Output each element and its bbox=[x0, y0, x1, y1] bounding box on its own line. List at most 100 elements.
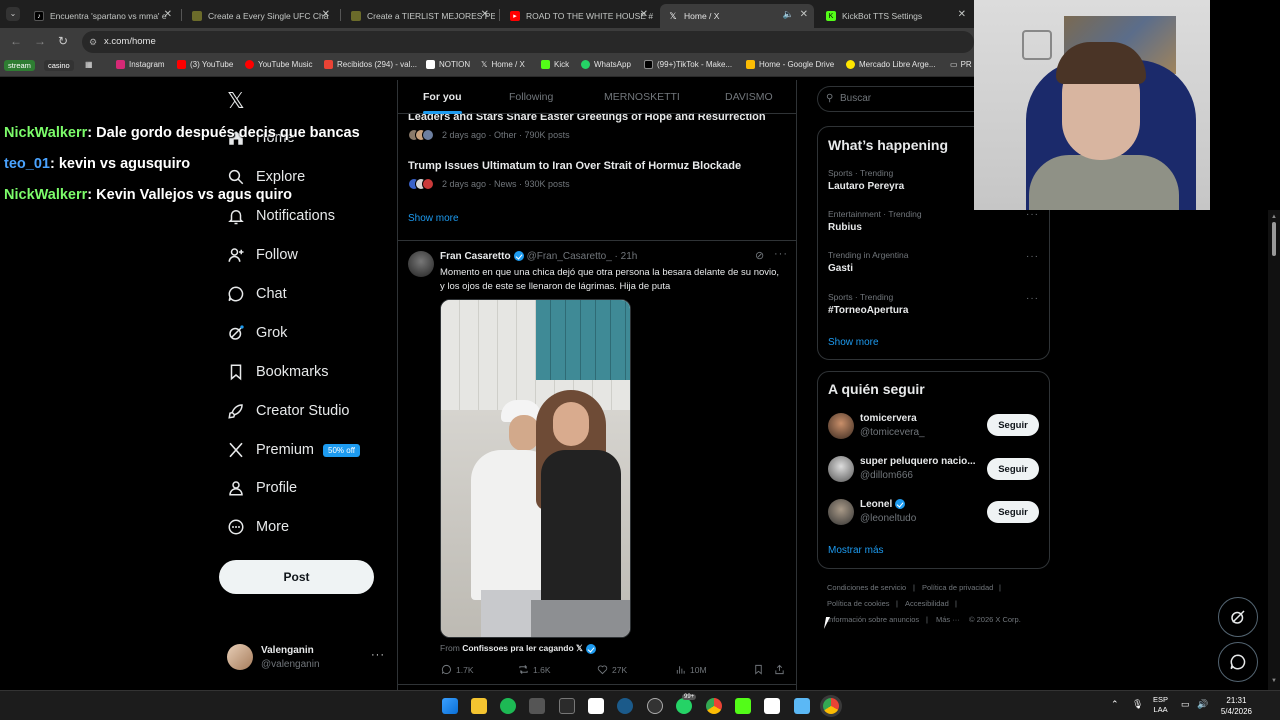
browser-tab[interactable]: Create a TIERLIST MEJORES PE ✕ bbox=[343, 4, 495, 28]
tweet-avatar[interactable] bbox=[408, 251, 434, 277]
bookmark-stream[interactable]: stream bbox=[4, 60, 35, 71]
tab-following[interactable]: Following bbox=[509, 91, 553, 103]
footer-link[interactable]: Más ··· bbox=[936, 615, 960, 624]
notion-icon[interactable] bbox=[764, 698, 780, 714]
grok-floating-button[interactable] bbox=[1218, 597, 1258, 637]
back-icon[interactable]: ← bbox=[10, 34, 22, 48]
volume-icon[interactable]: 🔊 bbox=[1197, 699, 1208, 710]
follow-button[interactable]: Seguir bbox=[987, 458, 1039, 480]
footer-link[interactable]: Política de privacidad bbox=[922, 583, 993, 592]
chrome-icon[interactable] bbox=[706, 698, 722, 714]
reply-button[interactable]: 1.7K bbox=[441, 664, 474, 675]
bookmark-casino[interactable]: casino bbox=[44, 60, 74, 71]
file-explorer-icon[interactable] bbox=[471, 698, 487, 714]
sidebar-item-follow[interactable]: Follow bbox=[227, 246, 298, 264]
close-icon[interactable]: ✕ bbox=[800, 9, 808, 20]
tab-for-you[interactable]: For you bbox=[423, 91, 462, 114]
bookmark-button[interactable] bbox=[753, 664, 768, 675]
bookmark-x[interactable]: 𝕏 Home / X bbox=[481, 60, 525, 69]
repost-button[interactable]: 1.6K bbox=[518, 664, 551, 675]
bookmark-kick[interactable]: Kick bbox=[541, 60, 569, 69]
sidebar-item-grok[interactable]: Grok bbox=[227, 324, 287, 342]
tab-mernosketti[interactable]: MERNOSKETTI bbox=[604, 91, 680, 103]
microphone-icon[interactable]: 🎙 bbox=[1132, 699, 1143, 710]
source-account-link[interactable]: Confissoes pra ler cagando 𝕏 bbox=[462, 643, 583, 653]
footer-link[interactable]: Información sobre anuncios bbox=[827, 615, 919, 624]
sidebar-item-profile[interactable]: Profile bbox=[227, 479, 297, 497]
bookmark-notion[interactable]: NOTION bbox=[426, 60, 470, 69]
browser-tab-active[interactable]: 𝕏 Home / X 🔈 ✕ bbox=[660, 4, 814, 28]
bookmark-google-drive[interactable]: Home - Google Drive bbox=[746, 60, 834, 69]
more-dots-icon[interactable]: ··· bbox=[1026, 293, 1039, 304]
follow-button[interactable]: Seguir bbox=[987, 414, 1039, 436]
share-button[interactable] bbox=[774, 664, 789, 675]
account-switcher[interactable]: Valenganin @valenganin ··· bbox=[227, 644, 397, 674]
close-icon[interactable]: ✕ bbox=[322, 9, 330, 20]
sidebar-item-creator-studio[interactable]: Creator Studio bbox=[227, 402, 350, 420]
browser-tab[interactable]: ▸ ROAD TO THE WHITE HOUSE # ✕ bbox=[502, 4, 654, 28]
close-icon[interactable]: ✕ bbox=[958, 9, 966, 20]
like-button[interactable]: 27K bbox=[597, 664, 627, 675]
apps-grid-icon[interactable]: ▦ bbox=[85, 60, 93, 69]
sidebar-item-bookmarks[interactable]: Bookmarks bbox=[227, 363, 329, 381]
bookmark-youtube-music[interactable]: YouTube Music bbox=[245, 60, 313, 69]
footer-link[interactable]: Política de cookies bbox=[827, 599, 890, 608]
close-icon[interactable]: ✕ bbox=[640, 9, 648, 20]
bookmark-instagram[interactable]: Instagram bbox=[116, 60, 165, 69]
close-icon[interactable]: ✕ bbox=[481, 9, 489, 20]
show-more-link[interactable]: Show more bbox=[828, 337, 879, 348]
sidebar-item-chat[interactable]: Chat bbox=[227, 285, 287, 303]
page-scrollbar[interactable]: ▲ ▼ bbox=[1268, 210, 1280, 690]
tab-davismo[interactable]: DAVISMO bbox=[725, 91, 773, 103]
tray-chevron-icon[interactable]: ⌃ bbox=[1111, 699, 1119, 710]
start-icon[interactable] bbox=[442, 698, 458, 714]
tweet-author-name[interactable]: Fran Casaretto bbox=[440, 251, 511, 262]
bookmark-tiktok[interactable]: (99+)TikTok - Make... bbox=[644, 60, 732, 69]
site-info-icon[interactable]: ⚙ bbox=[89, 31, 97, 53]
more-dots-icon[interactable]: ··· bbox=[1026, 251, 1039, 262]
language-indicator[interactable]: ESP LAA bbox=[1153, 695, 1168, 715]
bookmark-mercado-libre[interactable]: Mercado Libre Arge... bbox=[846, 60, 935, 69]
spotify-icon[interactable] bbox=[500, 698, 516, 714]
scroll-up-icon[interactable]: ▲ bbox=[1271, 214, 1277, 220]
whatsapp-icon[interactable] bbox=[676, 698, 692, 714]
kick-icon[interactable] bbox=[735, 698, 751, 714]
system-clock[interactable]: 21:31 5/4/2026 bbox=[1221, 695, 1252, 717]
notepad-icon[interactable] bbox=[794, 698, 810, 714]
url-bar[interactable]: ⚙ x.com/home bbox=[82, 31, 974, 53]
sidebar-item-premium[interactable]: Premium 50% off bbox=[227, 441, 360, 459]
search-input[interactable]: ⚲ Buscar bbox=[817, 86, 974, 112]
speaker-icon[interactable]: 🔈 bbox=[783, 9, 794, 20]
network-icon[interactable]: ▭ bbox=[1181, 699, 1190, 710]
show-more-link[interactable]: Mostrar más bbox=[828, 545, 884, 556]
more-dots-icon[interactable]: ··· bbox=[371, 649, 385, 661]
show-more-link[interactable]: Show more bbox=[408, 213, 459, 224]
obs-icon[interactable] bbox=[647, 698, 663, 714]
more-dots-icon[interactable]: ··· bbox=[774, 248, 788, 260]
x-logo-icon[interactable]: 𝕏 bbox=[227, 88, 245, 114]
browser-tab[interactable]: K KickBot TTS Settings ✕ bbox=[818, 4, 972, 28]
capcut-icon[interactable] bbox=[588, 698, 604, 714]
scroll-down-icon[interactable]: ▼ bbox=[1271, 678, 1277, 684]
sidebar-item-more[interactable]: More bbox=[227, 518, 289, 536]
sidebar-item-explore[interactable]: Explore bbox=[227, 168, 305, 186]
post-button[interactable]: Post bbox=[219, 560, 374, 594]
bookmark-whatsapp[interactable]: WhatsApp bbox=[581, 60, 631, 69]
follow-button[interactable]: Seguir bbox=[987, 501, 1039, 523]
messages-floating-button[interactable] bbox=[1218, 642, 1258, 682]
chrome-icon[interactable] bbox=[823, 698, 839, 714]
bookmark-gmail[interactable]: Recibidos (294) - val... bbox=[324, 60, 417, 69]
store-icon[interactable] bbox=[529, 698, 545, 714]
bookmark-folder[interactable]: ▭ PR bbox=[950, 60, 972, 69]
tweet-video[interactable] bbox=[440, 299, 631, 638]
tweet-handle[interactable]: @Fran_Casaretto_ · 21h bbox=[527, 251, 638, 262]
epic-games-icon[interactable] bbox=[559, 698, 575, 714]
close-icon[interactable]: ✕ bbox=[164, 9, 172, 20]
forward-icon[interactable]: → bbox=[34, 34, 46, 48]
browser-tab[interactable]: ♪ Encuentra 'spartano vs mma' e ✕ bbox=[26, 4, 178, 28]
steam-icon[interactable] bbox=[617, 698, 633, 714]
views-button[interactable]: 10M bbox=[675, 664, 707, 675]
reload-icon[interactable]: ↻ bbox=[58, 34, 68, 48]
sidebar-item-notifications[interactable]: Notifications bbox=[227, 207, 335, 225]
scrollbar-thumb[interactable] bbox=[1272, 222, 1276, 256]
